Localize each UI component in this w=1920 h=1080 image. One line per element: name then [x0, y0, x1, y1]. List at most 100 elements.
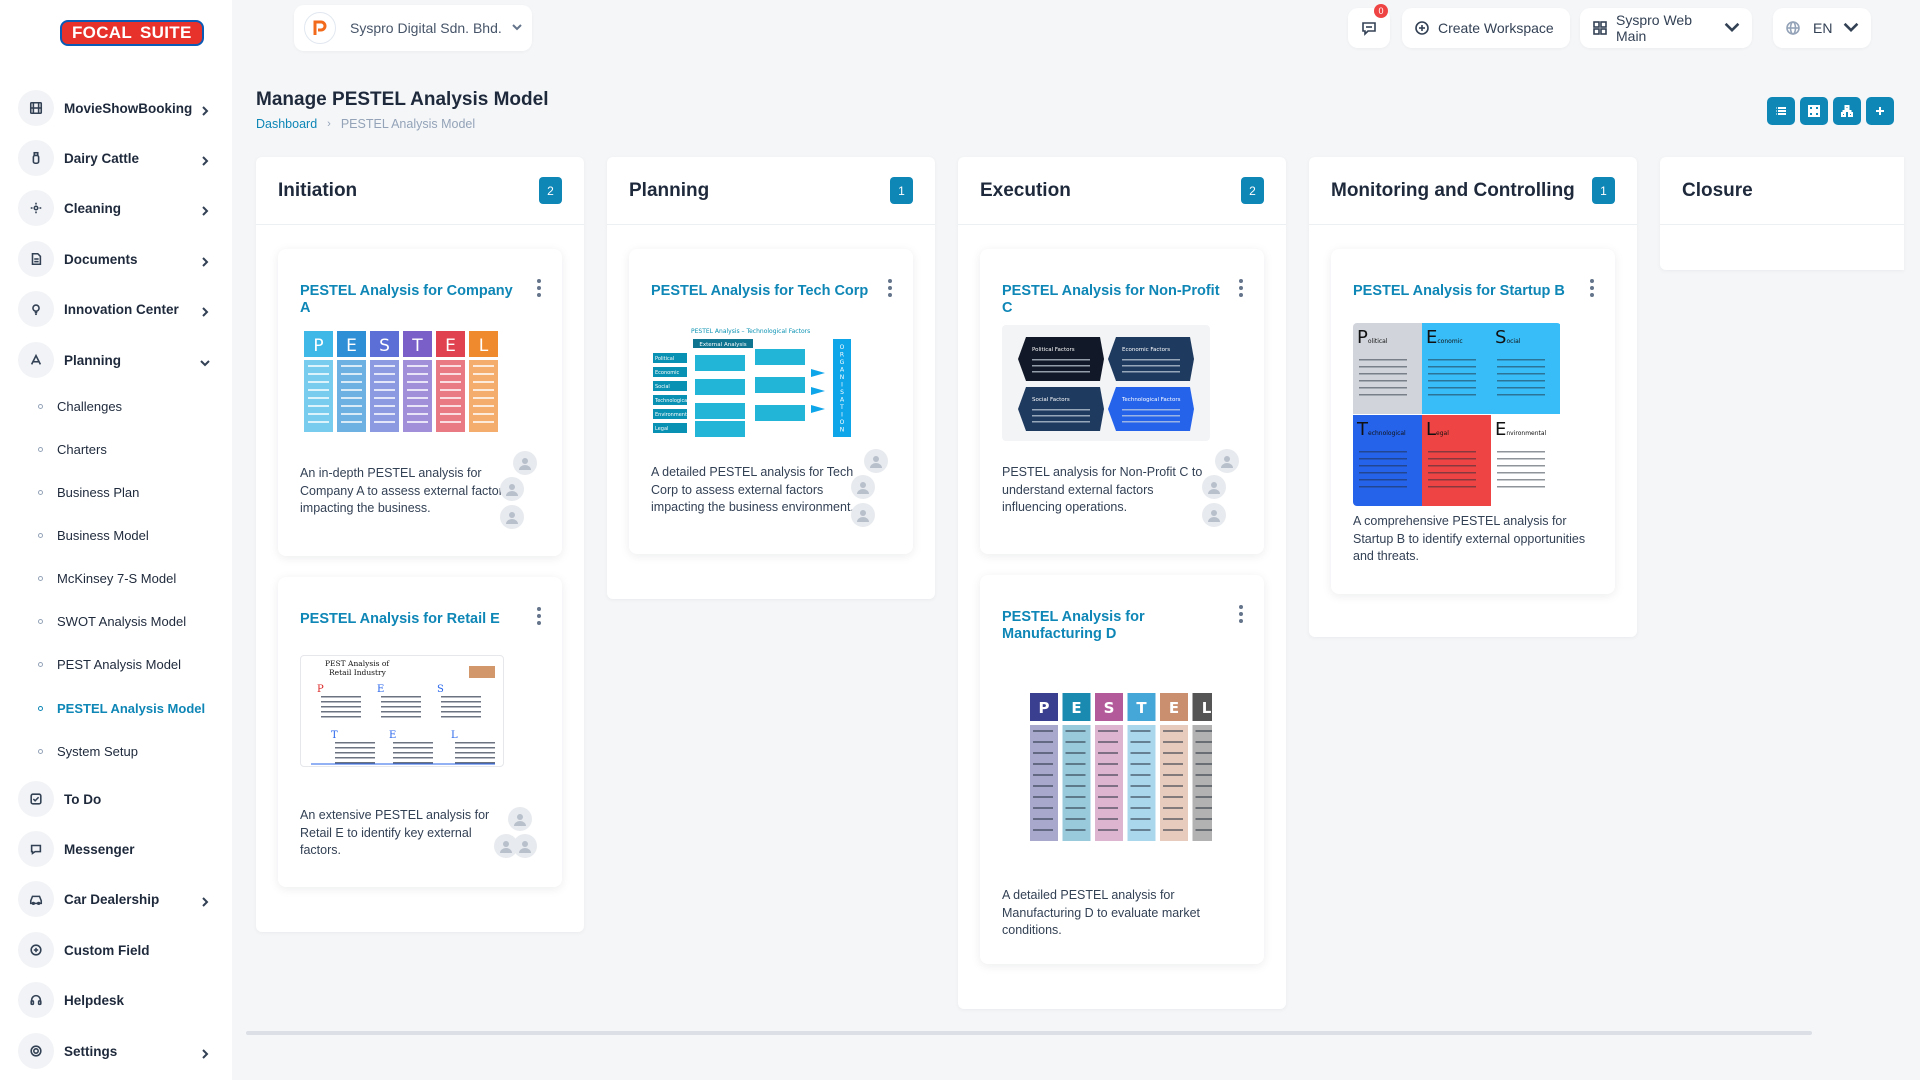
text-line	[374, 413, 395, 415]
text-line	[308, 413, 329, 415]
letter-text: S	[437, 684, 444, 695]
text-line	[1163, 741, 1183, 743]
card-title[interactable]: PESTEL Analysis for Tech Corp	[651, 283, 871, 300]
text-line	[1032, 365, 1090, 367]
text-line	[1195, 763, 1212, 765]
app-logo[interactable]: FOCAL SUITE	[60, 20, 204, 46]
text-line	[1122, 421, 1180, 423]
avatar-icon	[513, 834, 537, 858]
card-title[interactable]: PESTEL Analysis for Retail E	[300, 611, 520, 628]
avatar-icon	[500, 477, 524, 501]
check-icon	[18, 781, 54, 817]
text-line	[1065, 807, 1086, 809]
card-manufacturing-d[interactable]: PESTEL Analysis for Manufacturing D P E S T…	[980, 575, 1264, 964]
company-selector[interactable]: Syspro Digital Sdn. Bhd.	[294, 5, 532, 51]
text-line	[335, 742, 375, 744]
card-retail-e[interactable]: PESTEL Analysis for Retail E PEST Analys…	[278, 577, 562, 887]
sidebar-subitem-mckinsey[interactable]: McKinsey 7-S Model	[38, 564, 218, 592]
list-view-button[interactable]	[1767, 97, 1795, 125]
bullet-icon	[38, 446, 43, 452]
grid-view-button[interactable]	[1800, 97, 1828, 125]
text-line	[321, 696, 361, 698]
text-line	[1428, 451, 1476, 453]
sidebar-subitem-business-model[interactable]: Business Model	[38, 521, 218, 549]
text-line	[1195, 774, 1212, 776]
pestel-chart-image: PESTEL	[304, 331, 498, 432]
text-line	[1163, 807, 1183, 809]
sidebar-item-label: Cleaning	[64, 200, 122, 216]
text-line	[1428, 366, 1476, 368]
sidebar-item-innovation-center[interactable]: Innovation Center	[18, 289, 214, 329]
more-vertical-icon[interactable]	[1589, 279, 1595, 297]
language-selector[interactable]: EN	[1773, 8, 1871, 48]
sidebar-subitem-business-plan[interactable]: Business Plan	[38, 478, 218, 506]
text-line	[1428, 458, 1476, 460]
text-line	[1033, 807, 1053, 809]
card-company-a[interactable]: PESTEL Analysis for Company A P E S T E L An …	[278, 249, 562, 556]
sidebar-item-helpdesk[interactable]: Helpdesk	[18, 980, 214, 1020]
sidebar-item-planning[interactable]: Planning	[18, 340, 214, 380]
card-title[interactable]: PESTEL Analysis for Startup B	[1353, 283, 1573, 300]
card-title[interactable]: PESTEL Analysis for Non-Profit C	[1002, 283, 1222, 317]
card-title[interactable]: PESTEL Analysis for Manufacturing D	[1002, 609, 1162, 643]
sidebar-item-cleaning[interactable]: Cleaning	[18, 188, 214, 228]
text-line	[1033, 785, 1053, 787]
arrow-icon	[811, 405, 825, 413]
text-line	[1065, 785, 1086, 787]
column-header: Execution 2	[958, 157, 1286, 225]
sidebar-item-movieshowbooking[interactable]: MovieShowBooking	[18, 88, 214, 128]
sidebar-item-documents[interactable]: Documents	[18, 239, 214, 279]
text-line	[1195, 807, 1212, 809]
horizontal-scrollbar[interactable]	[246, 1031, 1812, 1035]
hierarchy-icon	[1841, 105, 1853, 117]
more-vertical-icon[interactable]	[887, 279, 893, 297]
sidebar-subitem-pestel[interactable]: PESTEL Analysis Model	[38, 694, 218, 722]
text-line	[1122, 409, 1180, 411]
card-description: An in-depth PESTEL analysis for Company …	[300, 466, 510, 515]
bulb-icon	[18, 291, 54, 327]
text-line	[407, 421, 428, 423]
text-line	[335, 752, 375, 754]
text-line	[1163, 730, 1183, 732]
card-startup-b[interactable]: PESTEL Analysis for Startup B Political E…	[1331, 249, 1615, 594]
create-workspace-button[interactable]: Create Workspace	[1402, 8, 1570, 48]
flow-box	[695, 403, 745, 419]
row-text: Technological	[654, 398, 689, 404]
sidebar-subitem-challenges[interactable]: Challenges	[38, 392, 218, 420]
more-vertical-icon[interactable]	[536, 279, 542, 297]
card-title[interactable]: PESTEL Analysis for Company A	[300, 283, 520, 317]
sidebar-subitem-label: McKinsey 7-S Model	[57, 570, 177, 586]
sidebar-item-messenger[interactable]: Messenger	[18, 829, 214, 869]
more-vertical-icon[interactable]	[1238, 279, 1244, 297]
more-vertical-icon[interactable]	[1238, 605, 1244, 623]
sidebar-item-settings[interactable]: Settings	[18, 1031, 214, 1071]
messages-button[interactable]: 0	[1348, 4, 1390, 48]
sidebar-item-car-dealership[interactable]: Car Dealership	[18, 879, 214, 919]
sidebar-subitem-label: PEST Analysis Model	[57, 656, 182, 672]
sidebar-item-todo[interactable]: To Do	[18, 779, 214, 819]
sidebar-subitem-charters[interactable]: Charters	[38, 435, 218, 463]
sidebar-subitem-system-setup[interactable]: System Setup	[38, 737, 218, 765]
text-line	[1065, 796, 1086, 798]
add-button[interactable]	[1866, 97, 1894, 125]
hierarchy-view-button[interactable]	[1833, 97, 1861, 125]
column-count-badge: 1	[1592, 177, 1615, 204]
sidebar-item-label: Custom Field	[64, 942, 150, 958]
sidebar-item-custom-field[interactable]: Custom Field	[18, 930, 214, 970]
text-line	[341, 397, 362, 399]
sidebar-item-dairy-cattle[interactable]: Dairy Cattle	[18, 138, 214, 178]
card-tech-corp[interactable]: PESTEL Analysis for Tech Corp PESTEL Ana…	[629, 249, 913, 554]
chevron-right-icon	[200, 894, 210, 907]
list-icon	[1776, 107, 1786, 115]
more-vertical-icon[interactable]	[536, 607, 542, 625]
bullet-icon	[38, 489, 43, 495]
card-non-profit-c[interactable]: PESTEL Analysis for Non-Profit C Politic…	[980, 249, 1264, 554]
arrow-icon	[811, 387, 825, 395]
sidebar-subitem-pest[interactable]: PEST Analysis Model	[38, 650, 218, 678]
pestel-startup-image: Political Economic SocialTechnological Lega…	[1353, 323, 1560, 506]
workspace-selector[interactable]: Syspro Web Main	[1580, 8, 1752, 48]
sidebar-subitem-swot[interactable]: SWOT Analysis Model	[38, 607, 218, 635]
breadcrumb-dashboard-link[interactable]: Dashboard	[256, 117, 317, 131]
text-line	[374, 365, 395, 367]
text-line	[1195, 829, 1212, 831]
